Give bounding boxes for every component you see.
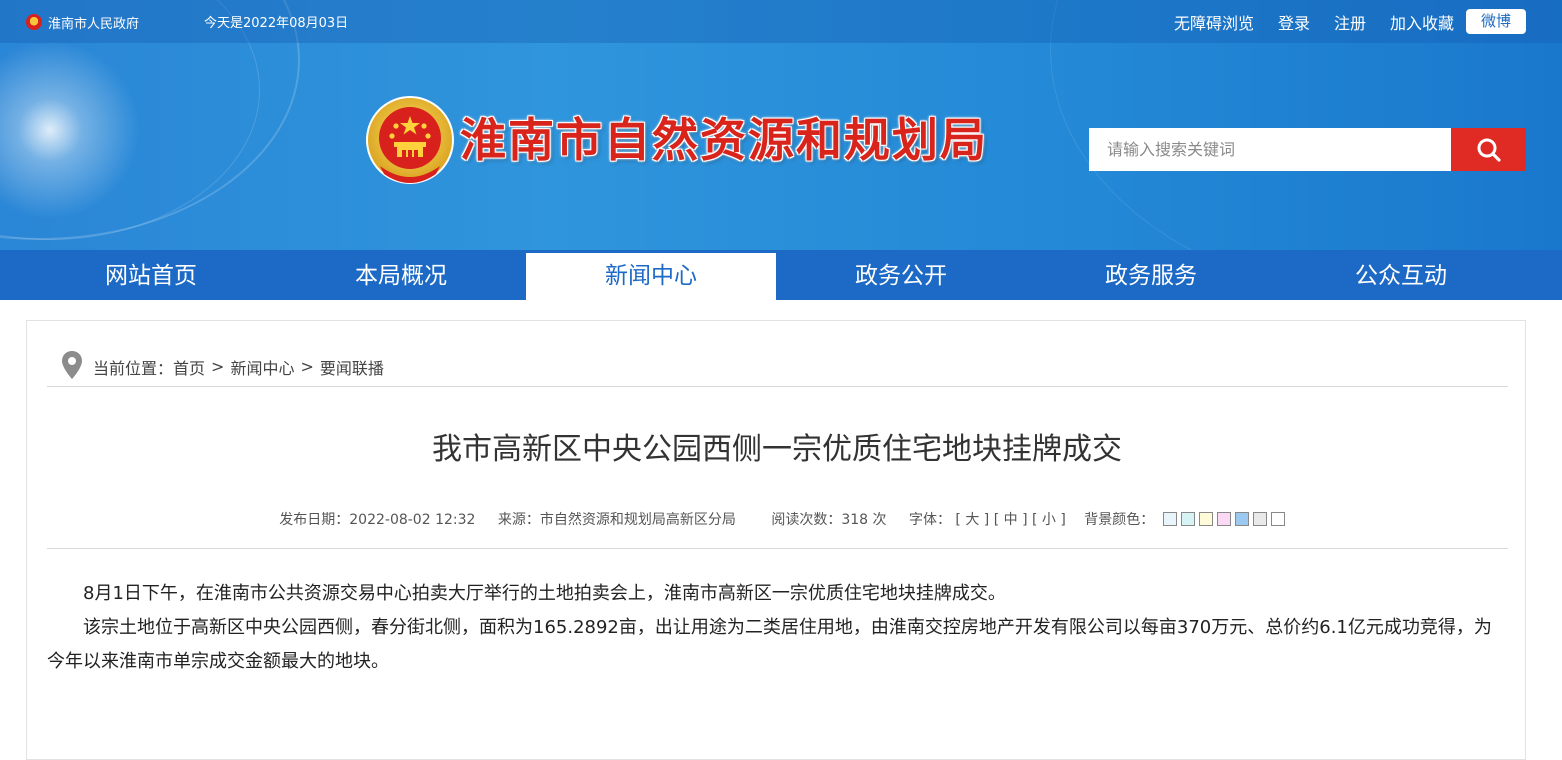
breadcrumb: 当前位置： 首页 > 新闻中心 > 要闻联播: [47, 347, 1508, 387]
register-link[interactable]: 注册: [1334, 10, 1366, 34]
national-emblem-icon: [26, 14, 42, 30]
breadcrumb-news[interactable]: 新闻中心: [230, 355, 294, 379]
search-input[interactable]: [1089, 128, 1451, 171]
search-box: [1089, 128, 1526, 171]
bg-color-swatch[interactable]: [1180, 512, 1195, 526]
bg-color-swatches: [1159, 512, 1285, 528]
bg-color-swatch[interactable]: [1252, 512, 1267, 526]
article-meta: 发布日期：2022-08-02 12:32 来源：市自然资源和规划局高新区分局 …: [47, 509, 1508, 549]
nav-item-home[interactable]: 网站首页: [26, 250, 276, 300]
weibo-button[interactable]: 微博: [1466, 9, 1526, 34]
bg-color-swatch[interactable]: [1234, 512, 1249, 526]
publish-date: 发布日期：2022-08-02 12:32: [279, 512, 476, 528]
font-large-button[interactable]: [ 大 ]: [955, 512, 989, 528]
search-icon: [1477, 138, 1501, 162]
today-date: 今天是2022年08月03日: [204, 16, 349, 31]
login-link[interactable]: 登录: [1278, 10, 1310, 34]
bg-color-label: 背景颜色：: [1084, 512, 1155, 528]
add-favorite-link[interactable]: 加入收藏: [1390, 10, 1454, 34]
nav-item-about[interactable]: 本局概况: [276, 250, 526, 300]
breadcrumb-separator: >: [211, 357, 225, 376]
breadcrumb-headlines[interactable]: 要闻联播: [320, 355, 384, 379]
bg-color-swatch[interactable]: [1216, 512, 1231, 526]
header-banner: 淮南市人民政府 今天是2022年08月03日 无障碍浏览 登录 注册 加入收藏 …: [0, 0, 1562, 250]
font-small-button[interactable]: [ 小 ]: [1032, 512, 1066, 528]
site-title: 淮南市自然资源和规划局: [460, 113, 988, 167]
nav-item-services[interactable]: 政务服务: [1026, 250, 1276, 300]
search-button[interactable]: [1451, 128, 1526, 171]
read-count: 阅读次数：318 次: [771, 512, 887, 528]
font-medium-button[interactable]: [ 中 ]: [994, 512, 1028, 528]
nav-item-news[interactable]: 新闻中心: [526, 253, 776, 301]
bg-color-swatch[interactable]: [1198, 512, 1213, 526]
nav-item-interaction[interactable]: 公众互动: [1276, 250, 1526, 300]
gov-link-label: 淮南市人民政府: [48, 16, 140, 32]
bg-color-swatch[interactable]: [1162, 512, 1177, 526]
article-title: 我市高新区中央公园西侧一宗优质住宅地块挂牌成交: [432, 432, 1122, 467]
article-body: 8月1日下午，在淮南市公共资源交易中心拍卖大厅举行的土地拍卖会上，淮南市高新区一…: [47, 577, 1508, 679]
article-source: 来源：市自然资源和规划局高新区分局: [497, 512, 736, 528]
article-container: 当前位置： 首页 > 新闻中心 > 要闻联播 我市高新区中央公园西侧一宗优质住宅…: [26, 320, 1526, 760]
breadcrumb-prefix: 当前位置：: [93, 358, 174, 378]
top-links: 无障碍浏览 登录 注册 加入收藏 微博: [1150, 9, 1526, 34]
breadcrumb-separator: >: [300, 357, 314, 376]
bg-color-swatch[interactable]: [1270, 512, 1285, 526]
location-pin-icon: [62, 350, 82, 379]
main-nav: 网站首页 本局概况 新闻中心 政务公开 政务服务 公众互动: [0, 250, 1562, 301]
nav-item-gov-affairs[interactable]: 政务公开: [776, 250, 1026, 300]
breadcrumb-home[interactable]: 首页: [173, 355, 205, 379]
gov-link[interactable]: 淮南市人民政府: [26, 12, 139, 32]
accessibility-link[interactable]: 无障碍浏览: [1174, 10, 1254, 34]
article-paragraph: 8月1日下午，在淮南市公共资源交易中心拍卖大厅举行的土地拍卖会上，淮南市高新区一…: [83, 583, 1006, 604]
top-bar: 淮南市人民政府 今天是2022年08月03日 无障碍浏览 登录 注册 加入收藏 …: [0, 0, 1562, 43]
article-paragraph: 该宗土地位于高新区中央公园西侧，春分街北侧，面积为165.2892亩，出让用途为…: [47, 617, 1492, 672]
national-emblem-icon: [366, 96, 454, 184]
font-size-label: 字体：: [908, 512, 951, 528]
